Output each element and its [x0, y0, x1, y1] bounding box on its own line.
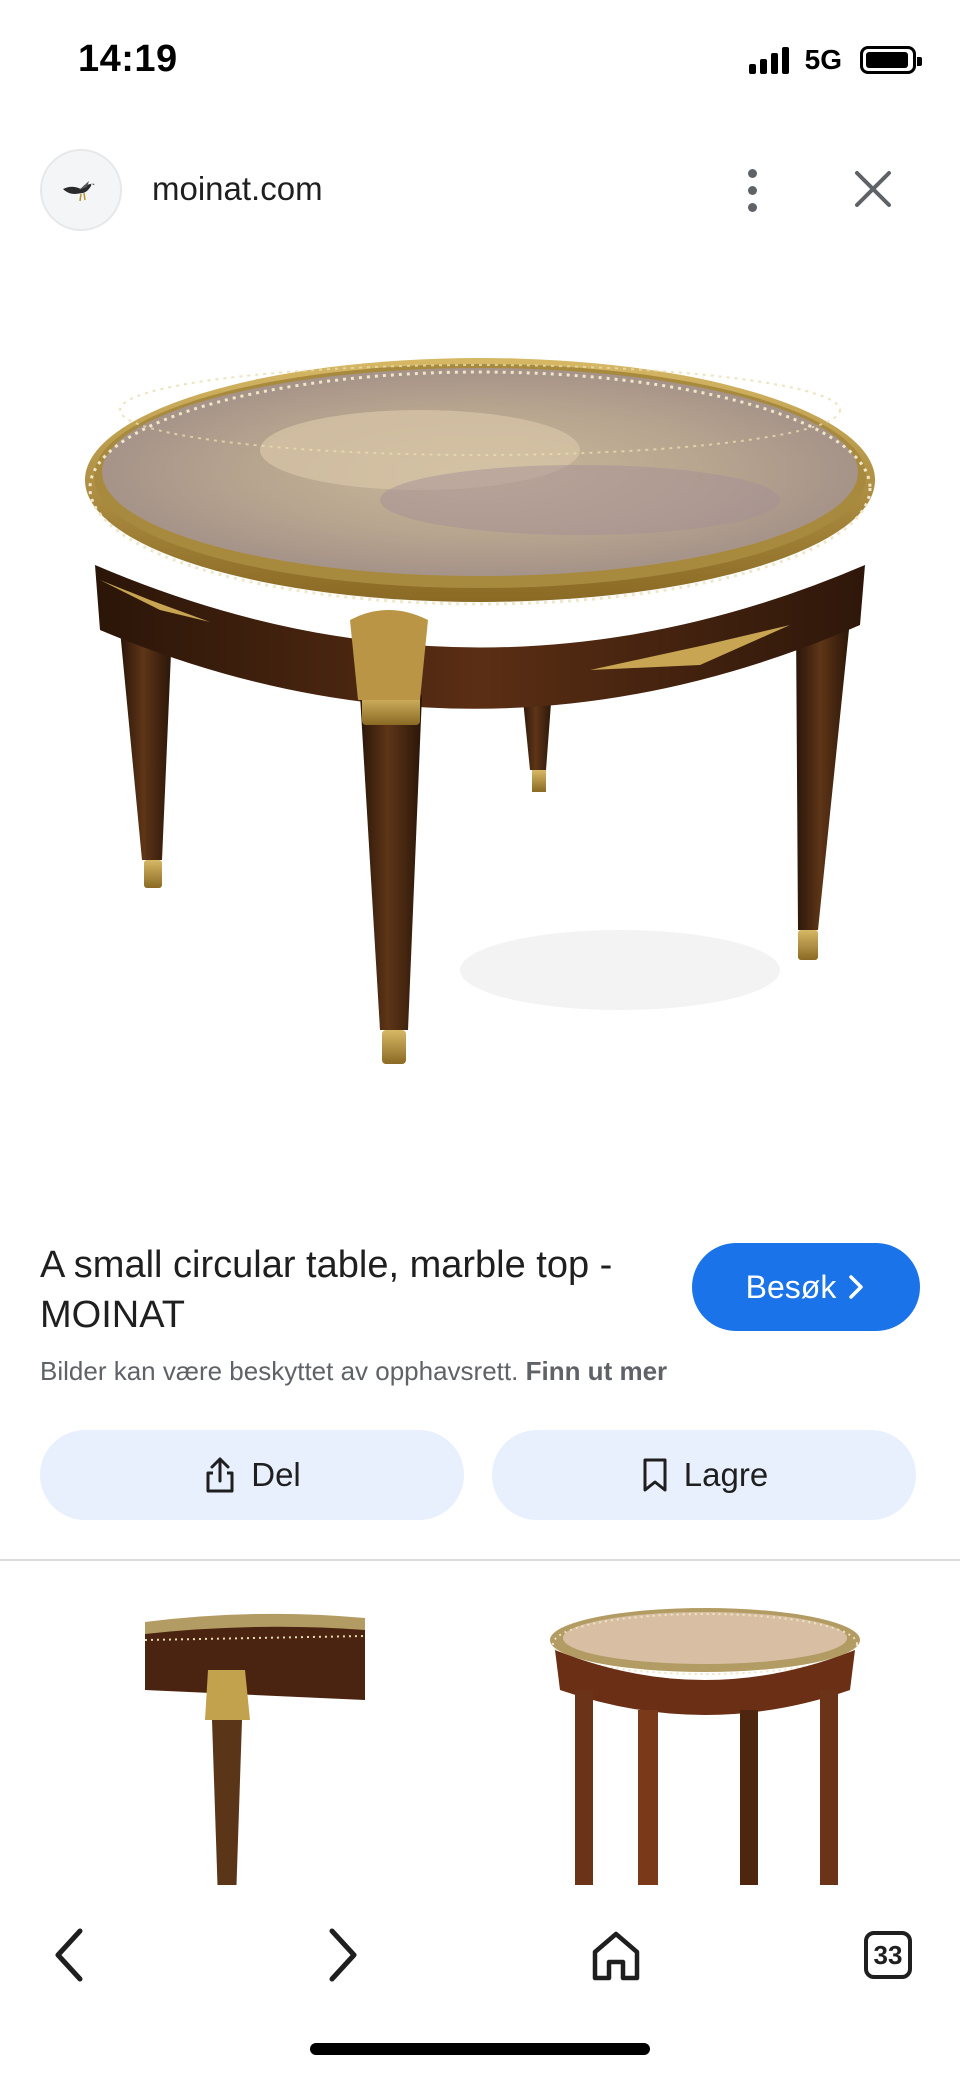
signal-icon [748, 46, 789, 74]
copyright-text: Bilder kan være beskyttet av opphavsrett… [40, 1356, 519, 1386]
forward-icon[interactable] [302, 1915, 382, 1995]
more-vert-icon[interactable] [730, 160, 774, 220]
share-icon [206, 1457, 234, 1493]
divider [0, 1559, 960, 1561]
tab-count: 33 [864, 1931, 912, 1979]
visit-button-label: Besøk [745, 1268, 837, 1305]
save-button[interactable]: Lagre [492, 1430, 916, 1520]
copyright-notice: Bilder kan være beskyttet av opphavsrett… [40, 1356, 667, 1387]
battery-icon [860, 46, 922, 74]
share-button[interactable]: Del [40, 1430, 464, 1520]
tabs-button[interactable]: 33 [848, 1915, 928, 1995]
seagull-logo-icon[interactable] [40, 149, 122, 231]
share-label: Del [251, 1456, 301, 1493]
learn-more-link[interactable]: Finn ut mer [526, 1356, 668, 1386]
bottom-navigation: 33 [0, 1885, 960, 2078]
status-indicators: 5G [748, 44, 922, 76]
visit-button[interactable]: Besøk [692, 1243, 920, 1331]
back-icon[interactable] [30, 1915, 110, 1995]
chevron-right-icon [849, 1275, 864, 1299]
status-time: 14:19 [78, 38, 178, 80]
site-name-link[interactable]: moinat.com [152, 170, 323, 208]
network-type: 5G [804, 44, 842, 75]
result-title: A small circular table, marble top - MOI… [40, 1244, 613, 1336]
bookmark-icon [643, 1458, 667, 1492]
close-icon[interactable] [848, 164, 898, 214]
home-indicator[interactable] [310, 2043, 650, 2055]
viewer-header: moinat.com [0, 140, 960, 240]
product-image[interactable] [0, 250, 960, 1150]
save-label: Lagre [683, 1456, 769, 1493]
related-image-2[interactable] [490, 1600, 920, 1900]
status-bar: 14:19 5G [0, 0, 960, 120]
related-image-1[interactable] [40, 1600, 470, 1900]
home-icon[interactable] [576, 1915, 656, 1995]
